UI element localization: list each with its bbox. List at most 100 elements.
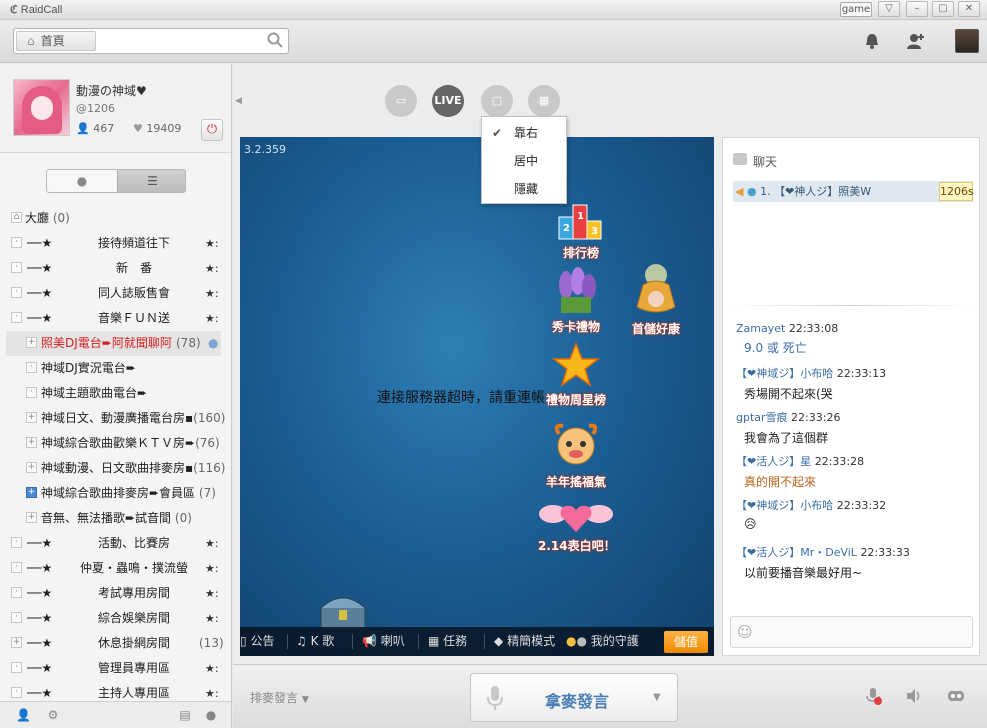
tree-item[interactable]: · ──★ 綜合娛樂房間 ★:	[0, 606, 226, 631]
grid-layout-icon[interactable]: ▦	[528, 85, 560, 117]
channel-tree: ⌂ 大廳 (0) · ──★ 接待頻道往下 ★: · ──★ 新 番 ★: · …	[0, 206, 231, 701]
minimize-button[interactable]: –	[906, 1, 928, 17]
announcement-button[interactable]: ▯ 公告	[240, 627, 274, 656]
list-collapse-icon[interactable]: ▤	[178, 708, 192, 722]
collapse-left-icon[interactable]: ◀	[235, 96, 242, 106]
tree-root[interactable]: ⌂ 大廳 (0)	[0, 206, 226, 231]
speak-mode-dropdown[interactable]: 排麥發言 ▼	[250, 689, 309, 706]
user-icon: ●	[746, 185, 757, 198]
member-list-icon[interactable]: 👤	[16, 708, 31, 722]
emoji-icon[interactable]: ☺	[737, 623, 753, 641]
guard-button[interactable]: ●● 我的守護	[566, 627, 639, 656]
window-mode-icon[interactable]: ▭	[385, 85, 417, 117]
video-toolbar: ▯ 公告 ♫ K 歌 📢 喇叭 ▦ 任務 ◆ 精簡模式 ●● 我的守護 儲值	[240, 627, 714, 656]
channel-name: 動漫の神域♥	[76, 84, 147, 98]
settings-icon[interactable]: ⚙	[46, 708, 60, 722]
tree-item[interactable]: · ──★ 主持人專用區 ★:	[0, 681, 226, 701]
winged-heart-icon	[539, 505, 613, 532]
chat-title: 聊天	[753, 155, 778, 169]
tree-item-active-room[interactable]: + 照美DJ電台➨阿就聞聊阿 (78) ●	[6, 331, 221, 356]
show-card-gift-button[interactable]: 秀卡禮物	[538, 267, 614, 335]
location-pin-icon: ●	[76, 174, 88, 188]
power-icon: ⏻	[206, 122, 218, 137]
svg-text:1: 1	[577, 211, 584, 222]
ranking-icon: 2 1 3	[558, 204, 602, 240]
chat-panel: 聊天 ◀ ● 1. 【❤神人ジ】照美W 1206s Zamayet 22:33:…	[722, 137, 980, 656]
lunar-new-year-button[interactable]: 羊年搖福氣	[538, 420, 614, 490]
volume-icon[interactable]	[905, 687, 923, 705]
live-mode-button[interactable]: LIVE	[432, 85, 464, 117]
tree-item[interactable]: · ──★ 考試專用房間 ★:	[0, 581, 226, 606]
store-button[interactable]: 儲值	[664, 631, 708, 653]
bell-icon[interactable]	[862, 31, 882, 51]
tree-item[interactable]: · ──★ 同人誌販售會 ★:	[0, 281, 226, 306]
first-deposit-bonus-button[interactable]: 首儲好康	[618, 263, 694, 337]
rank-badge: 1206s	[939, 182, 974, 201]
tree-item[interactable]: + 音無、無法播歌➨試音間 (0)	[0, 506, 226, 531]
chat-layout-icon[interactable]: ▢	[481, 85, 513, 117]
valentine-confession-button[interactable]: 2.14表白吧！	[538, 500, 616, 554]
chat-input[interactable]: ☺	[730, 616, 973, 648]
svg-text:3: 3	[591, 226, 598, 237]
tree-item[interactable]: · ──★ 接待頻道往下 ★:	[0, 231, 226, 256]
game-button[interactable]: game	[840, 2, 872, 17]
tree-item[interactable]: + 神域綜合歌曲排麥房➨會員區 (7)	[0, 481, 226, 506]
weekly-gift-star-button[interactable]: 禮物周星榜	[538, 341, 614, 408]
channel-avatar[interactable]	[13, 79, 70, 136]
take-mic-button[interactable]: 拿麥發言 ▼	[470, 673, 678, 722]
menu-item-hide[interactable]: 隱藏	[482, 175, 566, 203]
voice-chat-icon[interactable]	[947, 687, 965, 705]
ranking-button[interactable]: 2 1 3 排行榜	[543, 199, 619, 261]
tree-item[interactable]: + 神域綜合歌曲歡樂ＫＴＶ房➨(76)	[0, 431, 226, 456]
speaker-button[interactable]: 📢 喇叭	[362, 627, 405, 656]
chat-message: 【❤活人ジ】星 22:33:28 真的開不起來	[736, 455, 865, 489]
tree-item[interactable]: · ──★ 音樂ＦＵＮ送 ★:	[0, 306, 226, 331]
task-button[interactable]: ▦ 任務	[428, 627, 467, 656]
treasure-chest-icon[interactable]	[315, 592, 371, 632]
user-avatar[interactable]	[955, 29, 979, 53]
tree-item[interactable]: + 神域日文、動漫廣播電台房▪(160)	[0, 406, 226, 431]
guard-icon: ●	[576, 634, 587, 648]
home-button[interactable]: ⌂ 首頁	[16, 31, 96, 51]
search-icon[interactable]	[266, 31, 284, 49]
tree-item[interactable]: · ──★ 仲夏・蟲鳴・撲流螢 ★:	[0, 556, 226, 581]
chat-message: gptar雪痕 22:33:26 我會為了這個群	[736, 411, 841, 445]
maximize-button[interactable]: ▢	[932, 1, 954, 17]
simple-mode-button[interactable]: ◆ 精簡模式	[494, 627, 555, 656]
star-icon	[551, 341, 601, 387]
person-icon: 👤	[76, 122, 90, 135]
add-friend-icon[interactable]	[906, 31, 926, 51]
mic-mute-icon[interactable]	[865, 687, 883, 705]
location-view-tab[interactable]: ●	[47, 170, 117, 192]
menu-item-center[interactable]: 居中	[482, 147, 566, 175]
exit-channel-button[interactable]: ⏻	[201, 119, 223, 141]
tree-item[interactable]: · 神域主題歌曲電台➨	[0, 381, 226, 406]
flower-icon	[559, 267, 596, 313]
tree-item[interactable]: · ──★ 活動、比賽房 ★:	[0, 531, 226, 556]
speaker-icon: ◀	[735, 185, 744, 198]
heart-icon: ♥	[133, 122, 143, 135]
channel-panel: 動漫の神域♥ @1206 👤 467 ♥ 19409 ⏻ ● ☰ ⌂ 大廳 (0…	[0, 64, 232, 728]
tree-item[interactable]: · ──★ 管理員專用區 ★:	[0, 656, 226, 681]
tree-item[interactable]: · ──★ 新 番 ★:	[0, 256, 226, 281]
close-button[interactable]: ✕	[958, 1, 980, 17]
karaoke-button[interactable]: ♫ K 歌	[296, 627, 334, 656]
search-input[interactable]: ⌂ 首頁	[13, 28, 289, 54]
rank-entry[interactable]: ◀ ● 1. 【❤神人ジ】照美W 1206s	[733, 181, 974, 202]
tree-item[interactable]: + 神域動漫、日文歌曲排麥房▪(116)	[0, 456, 226, 481]
location-pin-icon[interactable]: ●	[204, 708, 218, 722]
menu-dropdown-button[interactable]: ▽	[878, 1, 900, 17]
menu-item-align-right[interactable]: ✔ 靠右	[482, 119, 566, 147]
video-area[interactable]: 3.2.359 連接服務器超時，請重連帳 2 1 3 排行榜 秀卡禮物 首儲好康…	[240, 137, 714, 656]
horn-icon: 📢	[362, 634, 377, 648]
svg-text:2: 2	[563, 223, 570, 234]
tree-item[interactable]: + ──★ 休息掛網房間 (13)	[0, 631, 226, 656]
chevron-down-icon[interactable]: ▼	[653, 692, 661, 703]
list-view-tab[interactable]: ☰	[117, 170, 185, 192]
channel-id: @1206	[76, 102, 115, 115]
coin-icon: ●	[566, 634, 577, 648]
money-bag-icon	[636, 264, 676, 313]
tree-item[interactable]: · 神域DJ實況電台➨	[0, 356, 226, 381]
calendar-icon: ▦	[428, 634, 440, 648]
channel-profile: 動漫の神域♥ @1206 👤 467 ♥ 19409 ⏻	[0, 64, 231, 153]
